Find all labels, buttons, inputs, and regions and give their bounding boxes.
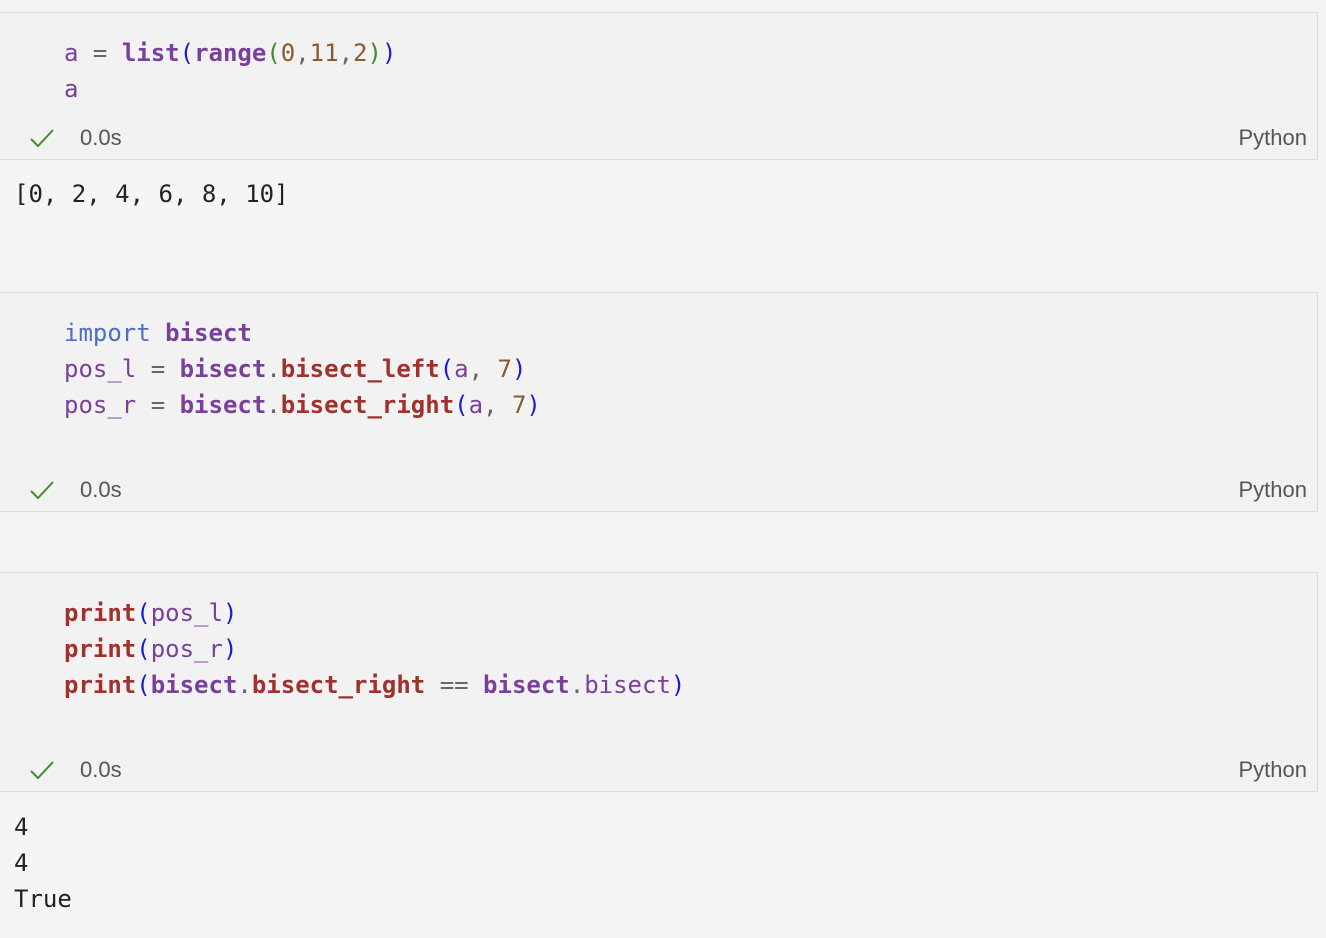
code-line[interactable]: a xyxy=(64,71,396,107)
code-token: = xyxy=(78,39,122,67)
code-token: ( xyxy=(454,391,469,419)
code-token: 7 xyxy=(511,391,527,419)
code-token: range xyxy=(194,39,267,67)
code-editor[interactable]: print(pos_l) print(pos_r) print(bisect.bis… xyxy=(64,595,685,703)
code-token: ) xyxy=(511,355,527,383)
code-token: ) xyxy=(381,39,397,67)
code-token: a xyxy=(64,39,79,67)
code-token: , xyxy=(483,391,512,419)
code-token: = xyxy=(136,355,180,383)
code-token: ) xyxy=(670,671,686,699)
code-editor[interactable]: import bisect pos_l = bisect.bisect_left(… xyxy=(64,315,541,423)
code-token: bisect_right xyxy=(251,671,426,699)
code-token: 7 xyxy=(497,355,512,383)
code-token: ( xyxy=(136,671,151,699)
code-token: bisect xyxy=(179,355,267,383)
code-token: a xyxy=(64,75,79,103)
code-token: list xyxy=(121,39,180,67)
code-line[interactable]: pos_r = bisect.bisect_right(a, 7) xyxy=(64,387,541,423)
code-line[interactable]: import bisect xyxy=(64,315,541,351)
code-token: pos_r xyxy=(150,635,223,663)
code-token: bisect xyxy=(150,671,238,699)
execution-time: 0.0s xyxy=(80,125,122,150)
code-token: . xyxy=(569,671,585,699)
check-icon xyxy=(30,481,54,500)
code-token: ( xyxy=(179,39,195,67)
code-token: . xyxy=(266,355,281,383)
code-token: bisect xyxy=(483,671,570,699)
code-token: import xyxy=(64,319,151,347)
code-token: pos_l xyxy=(64,355,137,383)
code-cell-2[interactable]: import bisect pos_l = bisect.bisect_left(… xyxy=(0,292,1318,512)
check-icon xyxy=(30,761,54,780)
code-token: bisect xyxy=(165,319,252,347)
code-token: a xyxy=(468,391,484,419)
cell-status: 0.0s xyxy=(28,123,122,153)
code-token: bisect xyxy=(179,391,267,419)
code-line[interactable]: print(bisect.bisect_right == bisect.bise… xyxy=(64,667,685,703)
code-token: 11 xyxy=(309,39,339,67)
language-selector[interactable]: Python xyxy=(1239,475,1308,505)
code-token: ( xyxy=(136,599,151,627)
code-token: ( xyxy=(266,39,281,67)
code-token: ) xyxy=(367,39,382,67)
code-token: print xyxy=(64,671,137,699)
code-token: print xyxy=(64,635,137,663)
code-cell-3[interactable]: print(pos_l) print(pos_r) print(bisect.bis… xyxy=(0,572,1318,792)
code-token: a xyxy=(454,355,469,383)
code-token: pos_l xyxy=(150,599,223,627)
code-token: = xyxy=(136,391,180,419)
code-token: . xyxy=(266,391,281,419)
code-token: ) xyxy=(526,391,541,419)
code-token: pos_r xyxy=(64,391,137,419)
cell-status: 0.0s xyxy=(28,475,122,505)
code-cell-1[interactable]: a = list(range(0,11,2)) a 0.0s Python xyxy=(0,12,1318,160)
code-token: 0 xyxy=(280,39,296,67)
code-token: ( xyxy=(136,635,151,663)
code-line[interactable]: a = list(range(0,11,2)) xyxy=(64,35,396,71)
code-token: print xyxy=(64,599,137,627)
code-token: bisect_left xyxy=(280,355,440,383)
check-icon xyxy=(30,129,54,148)
code-editor[interactable]: a = list(range(0,11,2)) a xyxy=(64,35,396,107)
code-token: . xyxy=(237,671,252,699)
code-token: == xyxy=(425,671,484,699)
cell-output-1: [0, 2, 4, 6, 8, 10] xyxy=(14,180,289,208)
cell-output-3: 4 4 True xyxy=(14,813,72,913)
execution-time: 0.0s xyxy=(80,477,122,502)
code-token: bisect xyxy=(584,671,671,699)
code-token: ) xyxy=(222,599,238,627)
code-token: , xyxy=(468,355,498,383)
language-selector[interactable]: Python xyxy=(1239,123,1308,153)
execution-time: 0.0s xyxy=(80,757,122,782)
code-token: , xyxy=(338,39,354,67)
code-token: ( xyxy=(439,355,455,383)
code-token: bisect_right xyxy=(280,391,455,419)
code-line[interactable]: pos_l = bisect.bisect_left(a, 7) xyxy=(64,351,541,387)
code-token: , xyxy=(295,39,310,67)
code-token: ) xyxy=(222,635,238,663)
language-selector[interactable]: Python xyxy=(1239,755,1308,785)
code-line[interactable]: print(pos_r) xyxy=(64,631,685,667)
code-line[interactable]: print(pos_l) xyxy=(64,595,685,631)
code-token: 2 xyxy=(353,39,368,67)
cell-status: 0.0s xyxy=(28,755,122,785)
